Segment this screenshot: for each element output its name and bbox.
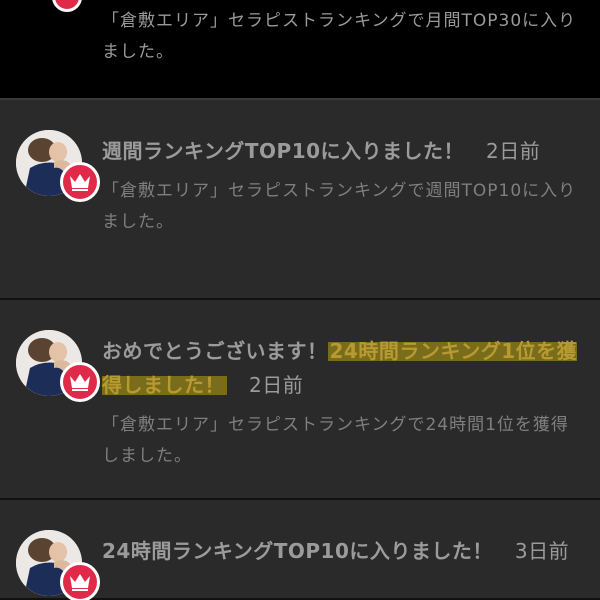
crown-icon [70,374,90,391]
notification-title: 週間ランキングTOP10に入りました！ 2日前 [102,134,582,168]
crown-icon [70,574,90,591]
notification-date: 3日前 [514,539,570,563]
notification-content: おめでとうございます！ 24時間ランキング1位を獲得しました！ 2日前 「倉敷エリア… [102,334,582,472]
notification-date: 2日前 [486,139,541,163]
notification-item[interactable]: 週間ランキングTOP10に入りました！ 2日前 「倉敷エリア」セラピストランキング… [0,100,600,300]
crown-badge [60,362,100,402]
avatar-group [16,130,100,210]
notification-date: 2日前 [249,373,304,397]
title-text: 24時間ランキングTOP10に入りました！ [102,539,493,563]
crown-badge [60,162,100,202]
crown-icon [70,174,90,191]
notification-content: 24時間ランキングTOP10に入りました！ 3日前 [102,534,582,568]
notification-title: おめでとうございます！ 24時間ランキング1位を獲得しました！ 2日前 [102,334,582,402]
notification-item[interactable]: 24時間ランキングTOP10に入りました！ 3日前 [0,500,600,600]
notification-list: 「倉敷エリア」セラピストランキングで月間TOP30に入りました。 週間ランキング… [0,0,600,600]
notification-content: 週間ランキングTOP10に入りました！ 2日前 「倉敷エリア」セラピストランキング… [102,134,582,238]
notification-body: 「倉敷エリア」セラピストランキングで月間TOP30に入りました。 [102,11,577,62]
notification-item[interactable]: 「倉敷エリア」セラピストランキングで月間TOP30に入りました。 [0,0,600,100]
notification-title: 24時間ランキングTOP10に入りました！ 3日前 [102,534,582,568]
notification-body: 「倉敷エリア」セラピストランキングで24時間1位を獲得しました。 [102,415,569,466]
title-text: 週間ランキングTOP10に入りました！ [102,139,465,163]
avatar-group [16,530,100,600]
title-prefix: おめでとうございます！ [102,339,328,363]
avatar-group [16,330,100,410]
crown-badge [60,562,100,600]
notification-item[interactable]: おめでとうございます！ 24時間ランキング1位を獲得しました！ 2日前 「倉敷エリア… [0,300,600,500]
notification-body: 「倉敷エリア」セラピストランキングで週間TOP10に入りました。 [102,181,577,232]
crown-badge [52,0,82,12]
